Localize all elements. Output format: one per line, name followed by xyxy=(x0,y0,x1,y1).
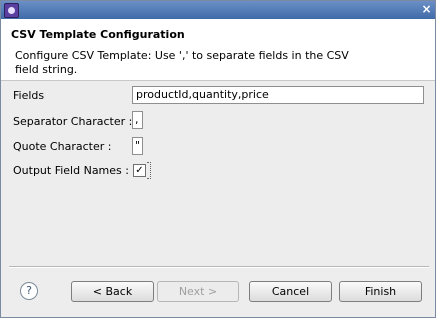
cancel-button[interactable]: Cancel xyxy=(249,281,332,302)
output-field-names-label: Output Field Names : xyxy=(13,164,129,177)
fields-input[interactable]: productId,quantity,price xyxy=(132,86,424,104)
separator-input[interactable]: , xyxy=(132,111,143,129)
footer-separator xyxy=(9,266,429,268)
wizard-window: × CSV Template Configuration Configure C… xyxy=(0,0,436,318)
output-field-names-checkbox[interactable]: ✓ xyxy=(133,164,146,177)
title-bar: × xyxy=(1,1,435,19)
focus-indicator xyxy=(147,162,151,179)
back-button[interactable]: < Back xyxy=(71,281,154,302)
page-description: Configure CSV Template: Use ',' to separ… xyxy=(15,49,349,76)
fields-label: Fields xyxy=(13,89,45,102)
page-title: CSV Template Configuration xyxy=(11,28,185,41)
wizard-header: CSV Template Configuration Configure CSV… xyxy=(1,19,435,81)
quote-input[interactable]: " xyxy=(132,137,143,155)
quote-label: Quote Character : xyxy=(13,140,112,153)
app-icon xyxy=(4,3,19,18)
close-icon[interactable]: × xyxy=(420,3,433,16)
help-icon[interactable]: ? xyxy=(20,282,38,300)
separator-label: Separator Character : xyxy=(13,115,133,128)
finish-button[interactable]: Finish xyxy=(339,281,422,302)
next-button[interactable]: Next > xyxy=(157,281,239,302)
